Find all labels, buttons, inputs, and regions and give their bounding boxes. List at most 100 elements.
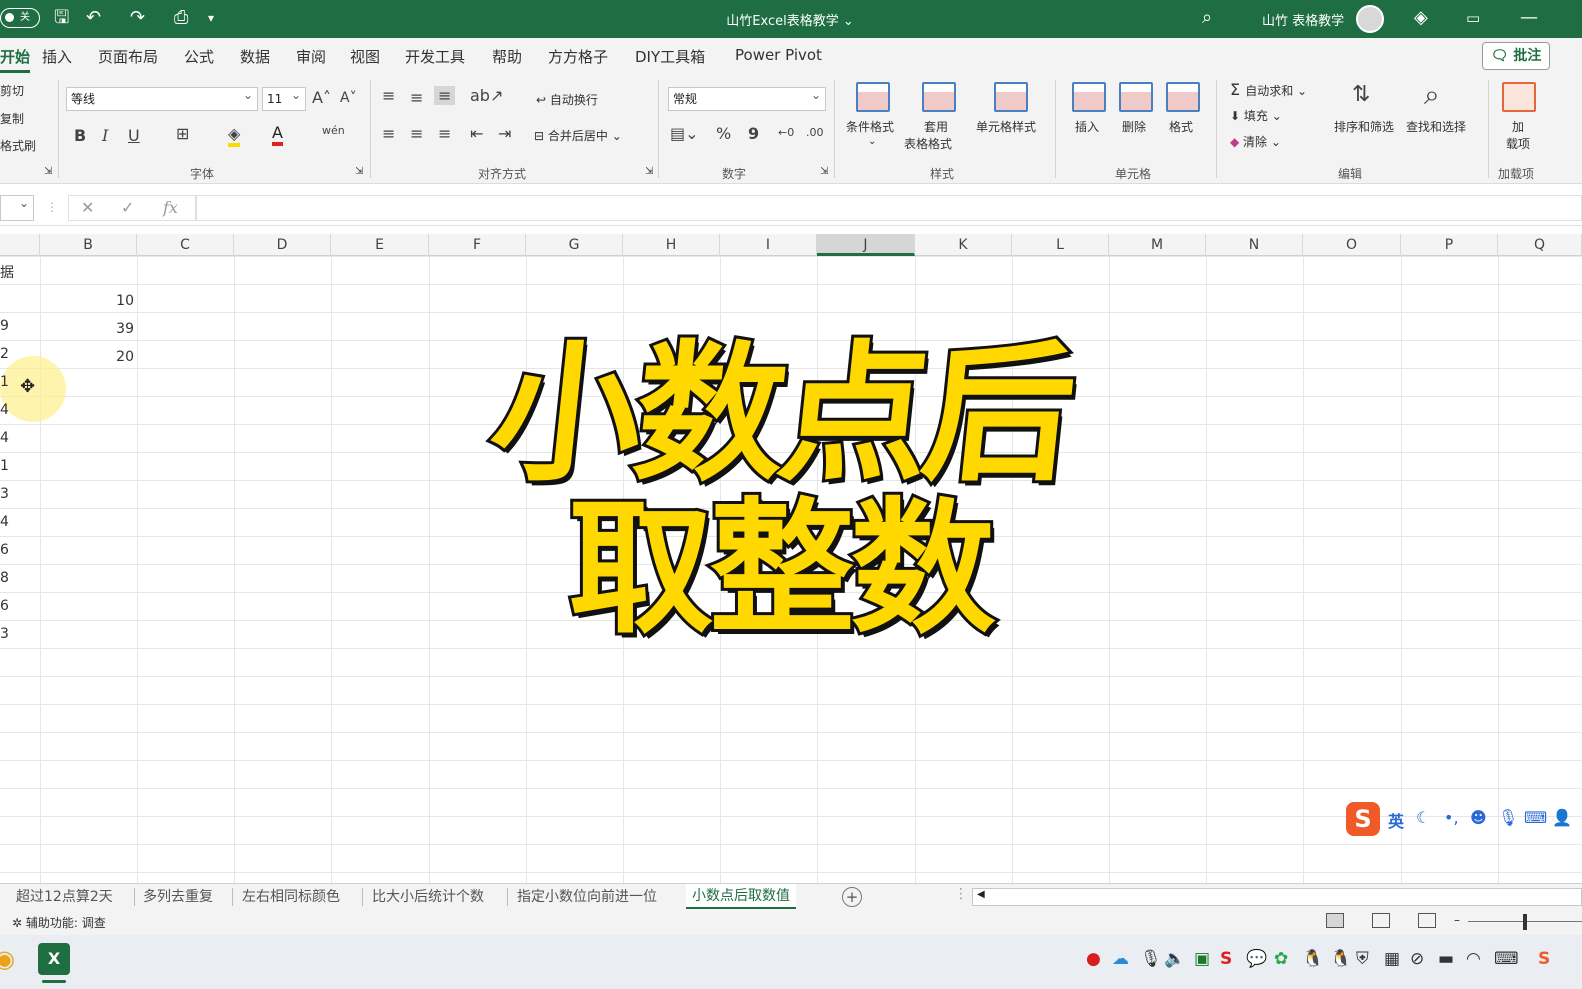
- name-box[interactable]: [0, 195, 34, 221]
- align-top-icon[interactable]: ≡: [382, 86, 395, 105]
- merge-center-button[interactable]: ⊟ 合并后居中 ⌄: [534, 127, 622, 144]
- cell-b2[interactable]: 10: [40, 293, 134, 309]
- ribbon-display-icon[interactable]: ▭: [1466, 8, 1480, 28]
- cell-a14[interactable]: 3: [0, 626, 9, 642]
- punctuation-icon[interactable]: •,: [1444, 808, 1459, 827]
- microphone-icon[interactable]: 🎙: [1498, 808, 1518, 827]
- autosum-button[interactable]: Σ 自动求和 ⌄: [1230, 80, 1307, 99]
- horizontal-scrollbar[interactable]: ◀: [972, 888, 1582, 906]
- user-icon[interactable]: 👤: [1552, 808, 1572, 827]
- tab-home[interactable]: 开始: [0, 46, 31, 73]
- tab-formulas[interactable]: 公式: [184, 46, 214, 67]
- customize-qat-icon[interactable]: ▾: [208, 8, 214, 28]
- tab-splitter-handle[interactable]: ⋮: [954, 886, 968, 902]
- qq-icon-2[interactable]: 🐧: [1330, 949, 1351, 969]
- save-icon[interactable]: 🖫: [54, 8, 69, 28]
- diamond-icon[interactable]: ◈: [1414, 8, 1428, 28]
- cell-a4[interactable]: 2: [0, 346, 9, 362]
- autosave-toggle[interactable]: 关: [0, 8, 40, 28]
- keyboard-icon[interactable]: ⌨: [1524, 808, 1547, 827]
- confirm-icon[interactable]: ✓: [121, 198, 134, 217]
- copy-button[interactable]: 复制: [0, 110, 24, 127]
- increase-font-icon[interactable]: A˄: [312, 88, 331, 107]
- column-header-d[interactable]: D: [234, 234, 331, 256]
- clear-button[interactable]: ◆ 清除 ⌄: [1230, 133, 1281, 150]
- volume-icon[interactable]: 🔈: [1164, 949, 1185, 969]
- qq-icon[interactable]: 🐧: [1302, 949, 1323, 969]
- decrease-decimal-icon[interactable]: .00: [806, 126, 824, 139]
- increase-decimal-icon[interactable]: ←0: [778, 126, 794, 139]
- network-off-icon[interactable]: ⊘: [1410, 949, 1424, 969]
- column-header-n[interactable]: N: [1206, 234, 1303, 256]
- sogou-ime-icon[interactable]: S: [1538, 949, 1550, 969]
- cell-b4[interactable]: 20: [40, 349, 134, 365]
- delete-cells-button[interactable]: 删除: [1122, 118, 1146, 135]
- ime-language-toggle[interactable]: 英: [1388, 808, 1404, 832]
- format-cells-button[interactable]: 格式: [1169, 118, 1193, 135]
- add-ins-button[interactable]: 加: [1512, 118, 1524, 135]
- sogou-logo[interactable]: S: [1346, 802, 1380, 836]
- sheet-tab[interactable]: 比大小后统计个数: [372, 886, 484, 906]
- add-sheet-button[interactable]: +: [842, 887, 862, 907]
- bold-button[interactable]: B: [74, 126, 86, 145]
- increase-indent-icon[interactable]: ⇥: [498, 124, 511, 143]
- alignment-launcher-icon[interactable]: ⇲: [645, 166, 653, 177]
- fill-color-icon[interactable]: ◈: [228, 124, 241, 147]
- align-left-icon[interactable]: ≡: [382, 124, 395, 143]
- column-header-l[interactable]: L: [1012, 234, 1109, 256]
- accessibility-status[interactable]: ✲ 辅助功能: 调查: [12, 914, 106, 931]
- decrease-font-icon[interactable]: A˅: [340, 90, 357, 106]
- tab-page-layout[interactable]: 页面布局: [98, 46, 158, 67]
- cell-a12[interactable]: 8: [0, 570, 9, 586]
- tab-insert[interactable]: 插入: [42, 46, 72, 67]
- find-select-button[interactable]: 查找和选择: [1406, 118, 1466, 135]
- tab-diy-toolbox[interactable]: DIY工具箱: [635, 46, 705, 67]
- cell-a3[interactable]: 9: [0, 318, 9, 334]
- clipboard-launcher-icon[interactable]: ⇲: [44, 166, 52, 177]
- cell-a7[interactable]: 4: [0, 430, 9, 446]
- format-painter-button[interactable]: 格式刷: [0, 137, 36, 154]
- keyboard-icon[interactable]: ⌨: [1494, 949, 1519, 969]
- column-header-i[interactable]: I: [720, 234, 817, 256]
- decrease-indent-icon[interactable]: ⇤: [470, 124, 483, 143]
- percent-button[interactable]: %: [716, 124, 731, 143]
- phonetic-icon[interactable]: wén: [322, 124, 345, 137]
- column-header-c[interactable]: C: [137, 234, 234, 256]
- moon-icon[interactable]: ☾: [1416, 808, 1430, 827]
- font-launcher-icon[interactable]: ⇲: [355, 166, 363, 177]
- battery-icon[interactable]: ▬: [1438, 949, 1454, 969]
- cell-a1[interactable]: 据: [0, 262, 14, 282]
- column-header-f[interactable]: F: [429, 234, 526, 256]
- column-header-g[interactable]: G: [526, 234, 623, 256]
- tab-power-pivot[interactable]: Power Pivot: [735, 46, 822, 64]
- cell-styles-button[interactable]: 单元格样式: [976, 118, 1036, 135]
- formula-input[interactable]: [196, 195, 1582, 221]
- page-layout-view-icon[interactable]: [1372, 913, 1390, 928]
- sogou-tray-icon[interactable]: S: [1220, 949, 1232, 969]
- cell-b3[interactable]: 39: [40, 321, 134, 337]
- tab-help[interactable]: 帮助: [492, 46, 522, 67]
- comma-style-button[interactable]: 9: [748, 124, 759, 143]
- scroll-left-icon[interactable]: ◀: [977, 889, 985, 900]
- splitter-handle[interactable]: ⋮: [46, 200, 58, 214]
- record-icon[interactable]: ●: [1086, 949, 1101, 969]
- minimize-icon[interactable]: —: [1520, 8, 1538, 28]
- fill-button[interactable]: ⬇ 填充 ⌄: [1230, 107, 1282, 124]
- insert-function-button[interactable]: fx: [163, 198, 178, 217]
- shield-icon[interactable]: ⛨: [1356, 949, 1369, 969]
- cut-button[interactable]: 剪切: [0, 82, 24, 99]
- tab-review[interactable]: 审阅: [296, 46, 326, 67]
- cell-a9[interactable]: 3: [0, 486, 9, 502]
- italic-button[interactable]: I: [102, 126, 108, 145]
- wechat-icon[interactable]: ✿: [1274, 949, 1288, 969]
- wrap-text-button[interactable]: ↩ 自动换行: [536, 91, 598, 108]
- zoom-slider-thumb[interactable]: [1523, 914, 1527, 930]
- column-header-b[interactable]: B: [40, 234, 137, 256]
- orientation-icon[interactable]: ab↗: [470, 86, 503, 105]
- zoom-out-icon[interactable]: –: [1454, 913, 1460, 927]
- align-middle-icon[interactable]: ≡: [410, 88, 423, 107]
- column-header-j[interactable]: J: [817, 234, 915, 256]
- column-header-o[interactable]: O: [1303, 234, 1401, 256]
- underline-button[interactable]: U: [128, 126, 140, 145]
- chat-icon[interactable]: 💬: [1246, 949, 1267, 969]
